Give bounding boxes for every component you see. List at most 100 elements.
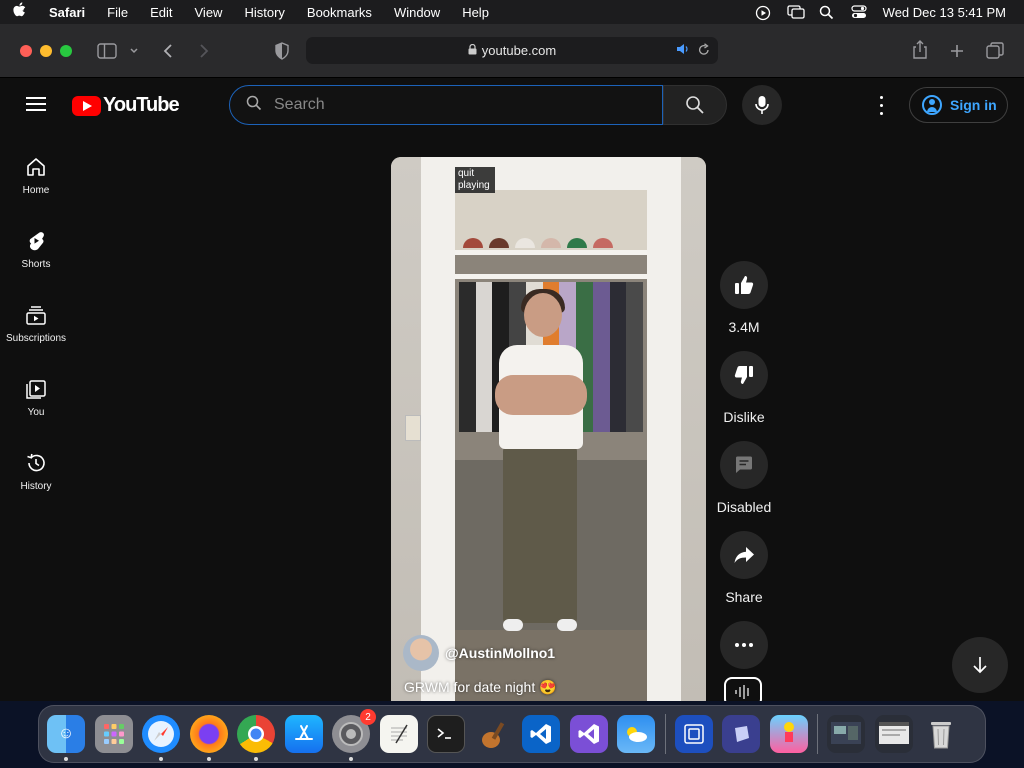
youtube-play-icon bbox=[72, 95, 101, 116]
menu-bookmarks[interactable]: Bookmarks bbox=[296, 5, 383, 20]
dock-separator bbox=[817, 714, 818, 754]
minimize-window-button[interactable] bbox=[40, 44, 52, 57]
sidebar-item-subscriptions[interactable]: Subscriptions bbox=[0, 291, 72, 365]
history-icon bbox=[24, 451, 48, 475]
sidebar-item-label: History bbox=[20, 481, 52, 492]
terminal-icon[interactable] bbox=[427, 715, 465, 753]
menu-edit[interactable]: Edit bbox=[139, 5, 183, 20]
sign-in-button[interactable]: Sign in bbox=[909, 87, 1008, 123]
next-video-button[interactable] bbox=[952, 637, 1008, 693]
screen-sharing-icon[interactable] bbox=[674, 715, 713, 753]
window-thumbnail-icon[interactable] bbox=[827, 715, 865, 753]
menu-window[interactable]: Window bbox=[383, 5, 451, 20]
dislike-label: Dislike bbox=[723, 409, 765, 425]
address-bar[interactable]: youtube.com bbox=[306, 37, 718, 64]
menu-view[interactable]: View bbox=[184, 5, 234, 20]
privacy-shield-icon[interactable] bbox=[274, 39, 290, 63]
video-frame bbox=[503, 447, 577, 623]
thumbs-up-icon bbox=[735, 276, 754, 294]
share-label: Share bbox=[725, 589, 763, 605]
apple-menu-icon[interactable] bbox=[0, 2, 38, 22]
system-settings-icon[interactable]: 2 bbox=[332, 709, 376, 761]
tooltip: quit playing bbox=[455, 167, 495, 193]
menu-help[interactable]: Help bbox=[451, 5, 500, 20]
sidebar-item-shorts[interactable]: Shorts bbox=[0, 217, 72, 291]
vscode-icon[interactable] bbox=[522, 715, 560, 753]
back-icon[interactable] bbox=[162, 39, 174, 63]
search-box bbox=[229, 85, 663, 125]
reload-icon[interactable] bbox=[698, 42, 710, 59]
forward-icon[interactable] bbox=[198, 39, 210, 63]
menu-history[interactable]: History bbox=[233, 5, 295, 20]
zoom-window-button[interactable] bbox=[60, 44, 72, 57]
video-title[interactable]: GRWM for date night 😍 bbox=[404, 679, 557, 696]
new-tab-icon[interactable] bbox=[949, 39, 965, 63]
audio-playing-icon[interactable] bbox=[676, 43, 690, 58]
youtube-page: YouTube Sign in Home bbox=[0, 79, 1024, 701]
instruments-icon[interactable] bbox=[475, 715, 513, 753]
share-button[interactable]: Share bbox=[720, 531, 768, 605]
menu-app-name[interactable]: Safari bbox=[38, 5, 96, 20]
screen-mirroring-icon[interactable] bbox=[787, 5, 805, 19]
arrow-down-icon bbox=[973, 657, 987, 674]
video-frame bbox=[495, 375, 587, 415]
tab-overview-icon[interactable] bbox=[986, 39, 1004, 63]
dislike-button[interactable]: Dislike bbox=[720, 351, 768, 425]
sidebar-item-label: Shorts bbox=[21, 259, 51, 270]
app-store-icon[interactable] bbox=[284, 715, 323, 753]
xcode-preview-icon[interactable] bbox=[722, 715, 760, 753]
youtube-logo[interactable]: YouTube bbox=[72, 94, 180, 117]
safari-app-icon[interactable] bbox=[142, 715, 180, 761]
more-actions-button[interactable] bbox=[720, 621, 768, 669]
sidebar-item-you[interactable]: You bbox=[0, 365, 72, 439]
channel-handle[interactable]: @AustinMollno1 bbox=[445, 645, 555, 661]
close-window-button[interactable] bbox=[20, 44, 32, 57]
sidebar-toggle-icon[interactable] bbox=[97, 39, 117, 63]
microphone-icon bbox=[755, 96, 769, 114]
search-input[interactable] bbox=[274, 96, 634, 114]
visual-studio-icon[interactable] bbox=[569, 715, 608, 753]
share-icon[interactable] bbox=[912, 38, 928, 62]
mini-guide: Home Shorts Subscriptions You History bbox=[0, 143, 72, 513]
shorts-video-player[interactable]: quit playing @AustinMollno1 GRWM for dat… bbox=[391, 157, 706, 701]
launchpad-icon[interactable] bbox=[94, 715, 133, 753]
search-icon bbox=[686, 96, 704, 114]
menu-file[interactable]: File bbox=[96, 5, 139, 20]
finder-icon[interactable]: ☺ bbox=[47, 715, 85, 761]
weather-icon[interactable] bbox=[617, 715, 655, 753]
firefox-icon[interactable] bbox=[189, 715, 228, 761]
guide-menu-icon[interactable] bbox=[26, 97, 46, 111]
account-icon bbox=[922, 95, 942, 115]
youtube-logo-text: YouTube bbox=[103, 94, 180, 116]
comments-button[interactable]: Disabled bbox=[716, 441, 772, 515]
sign-in-label: Sign in bbox=[950, 97, 997, 113]
comments-label: Disabled bbox=[716, 499, 772, 515]
sidebar-item-home[interactable]: Home bbox=[0, 143, 72, 217]
video-frame bbox=[503, 619, 577, 631]
spotlight-icon[interactable] bbox=[819, 5, 835, 20]
sidebar-item-label: Home bbox=[22, 185, 50, 196]
channel-avatar[interactable] bbox=[403, 635, 439, 671]
sidebar-item-label: You bbox=[27, 407, 45, 418]
now-playing-icon[interactable] bbox=[755, 5, 771, 21]
textedit-icon[interactable] bbox=[379, 715, 418, 753]
channel-info[interactable]: @AustinMollno1 bbox=[403, 635, 555, 671]
dock-separator bbox=[664, 714, 666, 754]
chevron-down-icon[interactable] bbox=[129, 39, 139, 63]
window-thumbnail-icon[interactable] bbox=[874, 715, 913, 753]
sidebar-item-history[interactable]: History bbox=[0, 439, 72, 513]
share-arrow-icon bbox=[734, 547, 754, 563]
thumbs-down-icon bbox=[734, 366, 753, 384]
sound-button[interactable] bbox=[724, 677, 762, 701]
control-center-icon[interactable] bbox=[851, 5, 867, 19]
game-app-icon[interactable] bbox=[769, 715, 808, 753]
settings-more-icon[interactable] bbox=[870, 93, 892, 117]
more-horizontal-icon bbox=[735, 643, 753, 647]
like-button[interactable]: 3.4M bbox=[720, 261, 768, 335]
chrome-icon[interactable] bbox=[237, 715, 275, 761]
subscriptions-icon bbox=[24, 303, 48, 327]
menubar-clock[interactable]: Wed Dec 13 5:41 PM bbox=[883, 5, 1006, 20]
trash-icon[interactable] bbox=[922, 715, 960, 753]
search-button[interactable] bbox=[663, 85, 727, 125]
voice-search-button[interactable] bbox=[742, 85, 782, 125]
